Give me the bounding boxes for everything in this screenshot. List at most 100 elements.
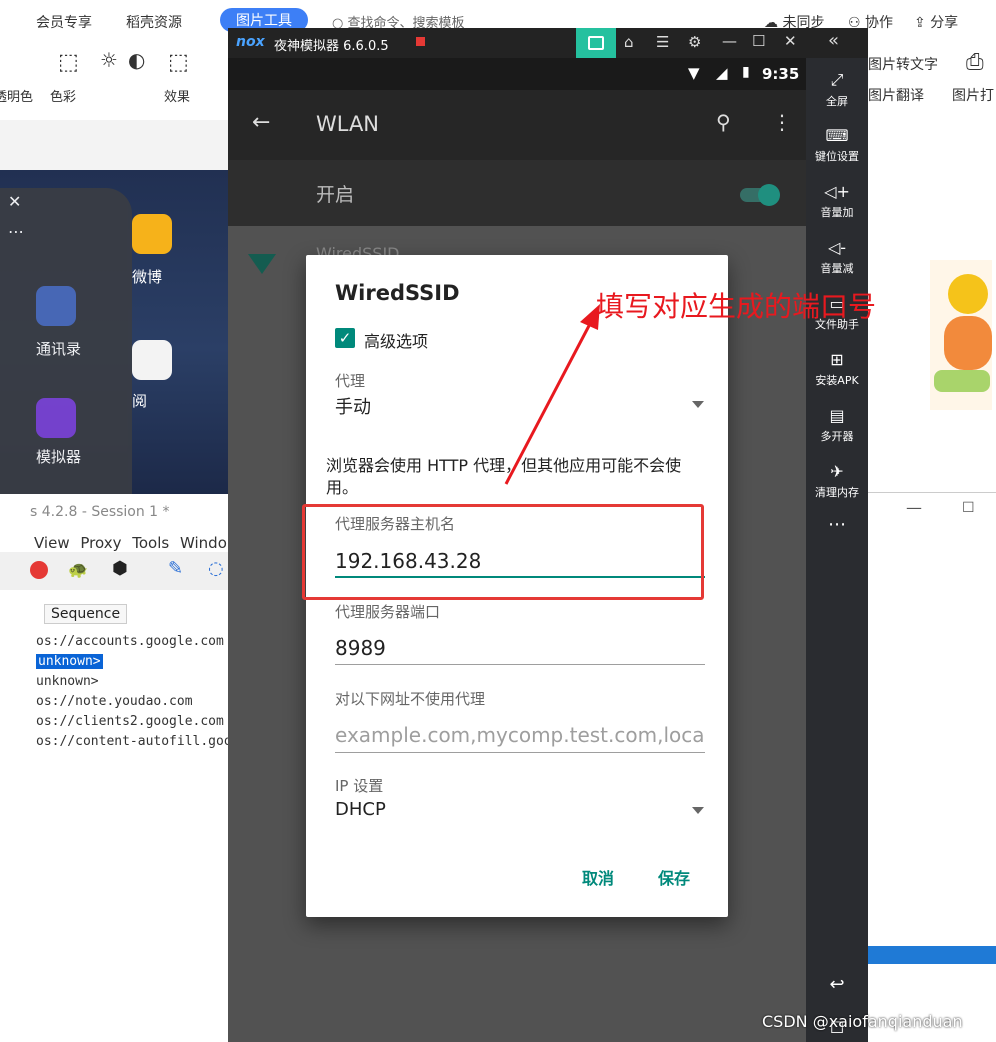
app-label: 通讯录: [36, 340, 82, 358]
sequence-tab[interactable]: Sequence: [44, 604, 128, 624]
cancel-button[interactable]: 取消: [582, 865, 614, 889]
no-signal-icon: ◢: [716, 64, 728, 82]
image-print-tool[interactable]: 图片打: [952, 85, 994, 105]
table-row[interactable]: os://content-autofill.goo: [36, 734, 232, 749]
contrast-icon: ◐: [128, 48, 146, 72]
back-arrow-icon[interactable]: ←: [252, 110, 270, 135]
chevron-down-icon[interactable]: [692, 401, 704, 408]
keyboard-icon: ⌨: [825, 126, 849, 145]
switch-label: 开启: [316, 184, 355, 206]
ip-settings-label: IP 设置: [335, 777, 384, 795]
compose-icon[interactable]: ✎: [168, 558, 183, 579]
overflow-menu-icon[interactable]: ⋮: [772, 110, 792, 134]
proxy-select[interactable]: 手动: [335, 393, 371, 419]
sidebar-item-keymap[interactable]: ⌨ 键位设置: [806, 126, 868, 164]
watermark: CSDN @xaiofanqianduan: [762, 1012, 963, 1031]
menu-view[interactable]: View: [34, 534, 70, 552]
color-tool[interactable]: 色彩: [50, 86, 76, 105]
share-button[interactable]: ⇪ 分享: [914, 12, 958, 32]
dialog-title: WiredSSID: [335, 281, 460, 305]
app-drawer-panel: ✕ ⋯ 通讯录 模拟器: [0, 188, 132, 498]
nox-titlebar: nox 夜神模拟器 6.6.0.5 ⌂ ☰ ⚙ — ☐ ✕ «: [228, 28, 868, 60]
image-to-text-tool[interactable]: 图片转文字: [868, 54, 938, 74]
apk-icon: ⊞: [830, 350, 844, 369]
nox-window-title: 夜神模拟器 6.6.0.5: [274, 39, 389, 54]
table-row[interactable]: unknown>: [36, 654, 103, 669]
menu-tools[interactable]: Tools: [132, 534, 169, 552]
table-row[interactable]: os://note.youdao.com: [36, 694, 193, 709]
nox-sidebar: ⤢ 全屏 ⌨ 键位设置 ◁+ 音量加 ◁- 音量减 ▭ 文件助手 ⊞ 安装APK ▤ 多开器 …: [806, 58, 868, 1042]
volume-down-icon: ◁-: [827, 238, 847, 257]
back-icon[interactable]: ↩: [806, 974, 868, 995]
breakpoint-icon[interactable]: ⬢: [112, 558, 128, 579]
selection-strip: [868, 946, 996, 964]
app-label: 微博: [132, 268, 163, 286]
sidebar-item-volume-down[interactable]: ◁- 音量减: [806, 238, 868, 276]
maximize-icon[interactable]: ☐: [962, 500, 975, 516]
status-bar: ▼ ◢ ▮ 9:35: [228, 58, 806, 90]
table-row[interactable]: unknown>: [36, 674, 99, 689]
menu-bar: View Proxy Tools Windo: [34, 534, 227, 552]
wlan-toggle[interactable]: [740, 184, 780, 206]
print-icon: ⎙: [966, 50, 984, 75]
checkbox-checked-icon[interactable]: ✓: [335, 328, 355, 348]
sidebar-item-clean-memory[interactable]: ✈ 清理内存: [806, 462, 868, 500]
proxy-port-label: 代理服务器端口: [335, 603, 441, 621]
refresh-icon[interactable]: ◌: [208, 558, 224, 579]
cartoon-sticker: [930, 260, 992, 410]
maximize-icon[interactable]: ☐: [752, 32, 765, 50]
settings-icon[interactable]: ⚙: [688, 33, 701, 51]
charles-window: s 4.2.8 - Session 1 * View Proxy Tools W…: [0, 494, 232, 1042]
weibo-icon: [132, 214, 172, 254]
battery-icon: ▮: [742, 64, 750, 80]
chevron-down-icon[interactable]: [692, 807, 704, 814]
effect-icon: ⬚: [168, 50, 189, 75]
proxy-port-input[interactable]: 8989: [335, 636, 386, 660]
annotation-text: 填写对应生成的端口号: [596, 290, 877, 323]
menu-window[interactable]: Windo: [180, 534, 227, 552]
page-title: WLAN: [316, 112, 380, 136]
right-background-panel: — ☐: [868, 120, 996, 1040]
table-row[interactable]: os://accounts.google.com: [36, 634, 224, 649]
close-icon[interactable]: ✕: [8, 192, 21, 211]
record-icon[interactable]: [30, 561, 48, 579]
throttle-icon[interactable]: 🐢: [68, 560, 88, 579]
sidebar-item-install-apk[interactable]: ⊞ 安装APK: [806, 350, 868, 388]
store-icon[interactable]: [576, 28, 616, 60]
image-translate-tool[interactable]: 图片翻译: [868, 85, 924, 105]
minimize-icon[interactable]: —: [722, 32, 737, 50]
sidebar-item-multi-instance[interactable]: ▤ 多开器: [806, 406, 868, 444]
search-icon[interactable]: ⚲: [716, 110, 731, 134]
ip-settings-select[interactable]: DHCP: [335, 799, 386, 820]
input-underline: [335, 664, 705, 665]
collapse-sidebar-icon[interactable]: «: [828, 30, 839, 51]
charles-toolbar: 🐢 ⬢ ✎ ◌: [0, 552, 228, 590]
color-icon: ⬚: [58, 50, 79, 75]
bypass-label: 对以下网址不使用代理: [335, 690, 486, 708]
notice-icon[interactable]: [416, 37, 425, 46]
tab-member[interactable]: 会员专享: [36, 12, 92, 32]
table-row[interactable]: os://clients2.google.com: [36, 714, 224, 729]
shirt-icon[interactable]: ⌂: [624, 33, 634, 51]
fullscreen-icon: ⤢: [830, 70, 844, 89]
app-label: 阅: [132, 392, 148, 410]
minimize-icon[interactable]: —: [906, 498, 922, 517]
sidebar-item-volume-up[interactable]: ◁+ 音量加: [806, 182, 868, 220]
save-button[interactable]: 保存: [658, 865, 690, 889]
nox-logo: nox: [236, 34, 265, 50]
sidebar-item-fullscreen[interactable]: ⤢ 全屏: [806, 70, 868, 109]
transparent-color-tool[interactable]: 透明色: [0, 86, 33, 105]
more-icon[interactable]: ⋯: [8, 222, 24, 241]
annotation-arrow: [504, 304, 600, 485]
wifi-icon: ▼: [688, 64, 700, 82]
close-icon[interactable]: ✕: [784, 32, 797, 50]
bypass-input[interactable]: example.com,mycomp.test.com,localh: [335, 723, 705, 747]
app-bar: ← WLAN ⚲ ⋮: [228, 90, 806, 160]
app-label: 模拟器: [36, 448, 82, 466]
effect-tool[interactable]: 效果: [164, 86, 190, 105]
tab-docer[interactable]: 稻壳资源: [126, 12, 182, 32]
more-icon[interactable]: ⋯: [806, 514, 868, 535]
menu-proxy[interactable]: Proxy: [80, 534, 121, 552]
highlight-box: [302, 504, 704, 600]
menu-icon[interactable]: ☰: [656, 33, 669, 51]
